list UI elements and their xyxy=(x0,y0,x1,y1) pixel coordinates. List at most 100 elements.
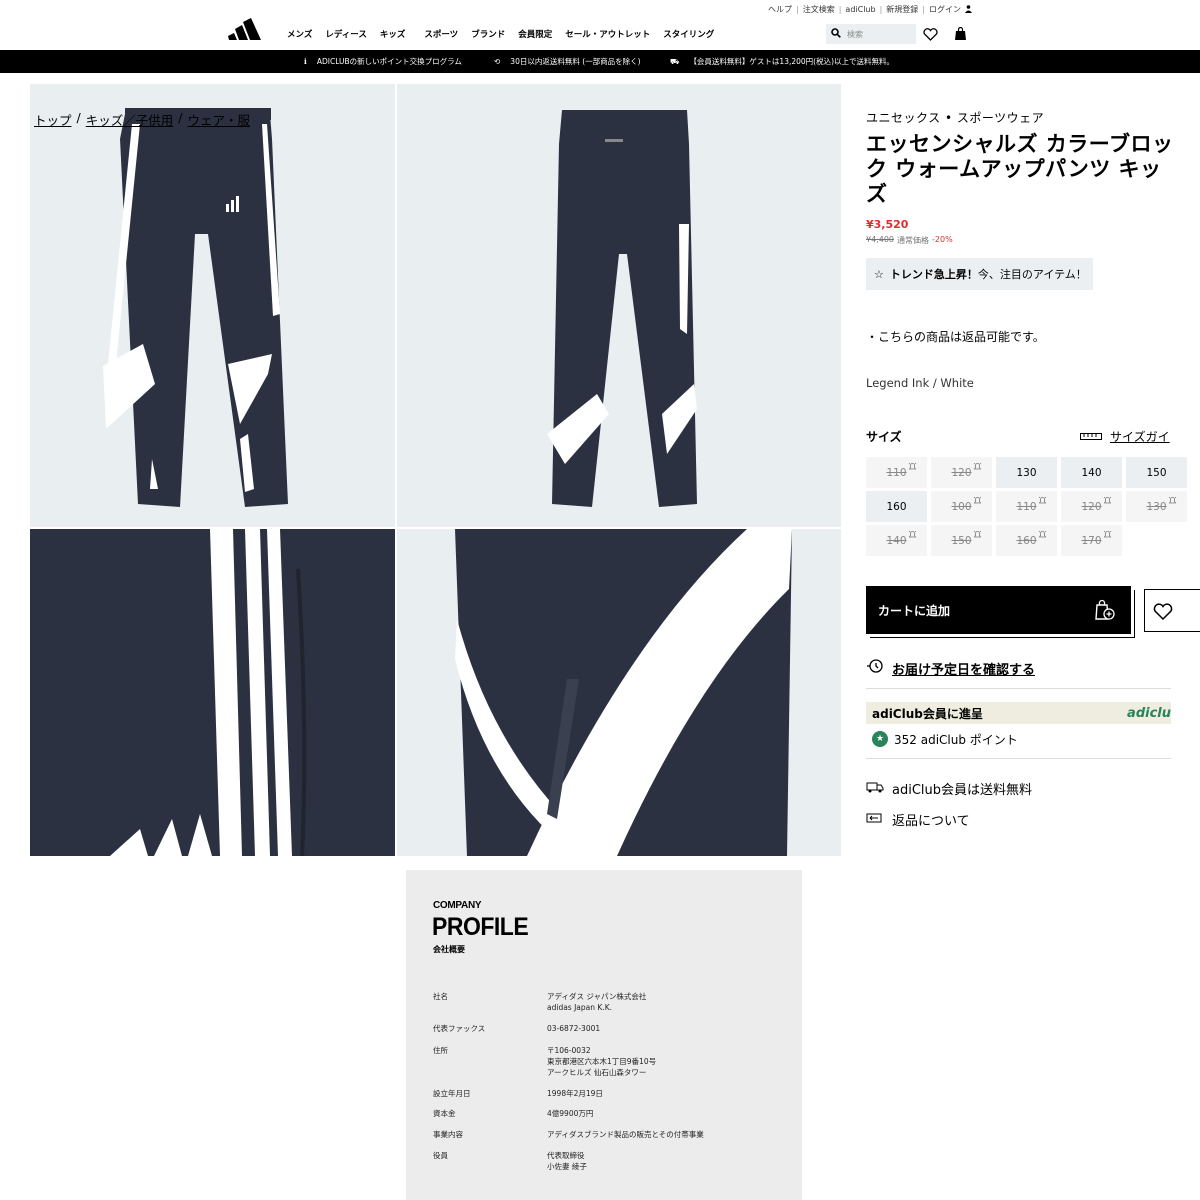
breadcrumb: トップ / キッズ／子供用 / ウェア・服 xyxy=(34,110,250,129)
notify-bell-icon xyxy=(908,530,917,538)
search-placeholder: 検索 xyxy=(847,29,863,39)
product-image-leg-detail[interactable] xyxy=(397,529,841,856)
size-option-label: 160 xyxy=(1016,534,1037,547)
size-option-label: 160 xyxy=(886,500,907,513)
wishlist-heart-icon[interactable] xyxy=(922,26,938,42)
adiclub-points-row: ★ 352 adiClub ポイント xyxy=(866,728,1171,750)
adidas-logo-icon[interactable] xyxy=(228,18,262,40)
notify-bell-icon xyxy=(908,462,917,470)
product-image-back[interactable] xyxy=(397,84,841,527)
nav-member-only[interactable]: 会員限定 xyxy=(518,28,552,40)
size-guide-label: サイズガイ xyxy=(1110,430,1170,444)
adiclub-promo-text: adiClub会員に進呈 xyxy=(872,706,983,721)
size-option-label: 150 xyxy=(951,534,972,547)
trend-badge: ☆ トレンド急上昇！今、注目のアイテム！ xyxy=(866,258,1093,290)
breadcrumb-top[interactable]: トップ xyxy=(34,110,72,129)
size-option-label: 150 xyxy=(1146,466,1167,479)
size-option[interactable]: 120 xyxy=(931,457,992,488)
size-option[interactable]: 110 xyxy=(866,457,927,488)
free-shipping-text: adiClub会員は送料無料 xyxy=(892,783,1033,798)
size-option[interactable]: 170 xyxy=(1061,525,1122,556)
star-icon: ☆ xyxy=(874,267,884,281)
company-row-value: 1998年2月19日 xyxy=(547,1089,603,1098)
delivery-truck-icon xyxy=(866,781,884,797)
returns-info[interactable]: 返品について xyxy=(866,810,970,829)
pants-front-image xyxy=(103,108,288,507)
promo-shipping-text: 【会員送料無料】ゲストは13,200円(税込)以上で送料無料。 xyxy=(689,57,895,66)
product-image-front[interactable] xyxy=(30,84,395,527)
product-image-side-detail[interactable] xyxy=(30,529,395,856)
product-title: エッセンシャルズ カラーブロック ウォームアップパンツ キッズ xyxy=(866,132,1174,206)
promo-bar: ℹ ADICLUBの新しいポイント交換プログラム ⟲ 30日以内返送料無料 (一… xyxy=(0,50,1200,73)
promo-item-points[interactable]: ℹ ADICLUBの新しいポイント交換プログラム xyxy=(304,56,462,67)
size-option-label: 140 xyxy=(886,534,907,547)
wishlist-button[interactable] xyxy=(1144,589,1200,632)
original-price: ¥4,400 xyxy=(866,235,894,244)
size-option[interactable]: 110 xyxy=(996,491,1057,522)
size-option-label: 100 xyxy=(951,500,972,513)
notify-bell-icon xyxy=(973,530,982,538)
company-row-label: 社名 xyxy=(433,992,448,1001)
sale-price: ¥3,520 xyxy=(866,218,909,231)
add-to-cart-button[interactable]: カートに追加 xyxy=(866,586,1131,634)
main-nav: メンズ レディース キッズ スポーツ ブランド 会員限定 セール・アウトレット … xyxy=(287,28,714,40)
free-shipping-info[interactable]: adiClub会員は送料無料 xyxy=(866,779,1032,798)
company-row-label: 設立年月日 xyxy=(433,1089,471,1098)
company-row-label: 資本金 xyxy=(433,1109,456,1118)
nav-kids[interactable]: キッズ xyxy=(380,28,406,40)
company-row-label: 役員 xyxy=(433,1151,448,1160)
size-option[interactable]: 140 xyxy=(866,525,927,556)
promo-item-shipping[interactable]: ⛟ 【会員送料無料】ゲストは13,200円(税込)以上で送料無料。 xyxy=(670,56,894,67)
size-option[interactable]: 100 xyxy=(931,491,992,522)
truck-icon: ⛟ xyxy=(670,56,680,66)
company-row: 資本金 4億9900万円 xyxy=(433,1108,593,1119)
nav-mens[interactable]: メンズ xyxy=(287,28,312,40)
info-icon: ℹ xyxy=(304,57,307,66)
size-option-label: 130 xyxy=(1016,466,1037,479)
add-to-cart-label: カートに追加 xyxy=(878,603,951,618)
nav-brands[interactable]: ブランド xyxy=(471,28,505,40)
size-option[interactable]: 130 xyxy=(1126,491,1187,522)
pants-leg-detail-image xyxy=(455,529,792,856)
site-header: メンズ レディース キッズ スポーツ ブランド 会員限定 セール・アウトレット … xyxy=(0,14,1200,50)
size-option-label: 120 xyxy=(951,466,972,479)
product-category: ユニセックス • スポーツウェア xyxy=(866,111,1045,125)
clock-history-icon xyxy=(866,658,884,678)
wishlist-heart-icon xyxy=(1153,603,1173,625)
size-option[interactable]: 120 xyxy=(1061,491,1122,522)
nav-sale-outlet[interactable]: セール・アウトレット xyxy=(565,28,650,40)
company-row: 設立年月日 1998年2月19日 xyxy=(433,1088,603,1099)
size-option[interactable]: 130 xyxy=(996,457,1057,488)
user-icon[interactable] xyxy=(965,4,972,15)
delivery-date-link[interactable]: お届け予定日を確認する xyxy=(866,658,1035,678)
company-row-label: 事業内容 xyxy=(433,1130,463,1139)
return-arrow-icon: ⟲ xyxy=(494,57,501,66)
pants-side-detail-image xyxy=(30,529,395,856)
breadcrumb-apparel[interactable]: ウェア・服 xyxy=(187,110,250,129)
size-option-label: 120 xyxy=(1081,500,1102,513)
adiclub-link[interactable]: adiClub xyxy=(845,5,875,14)
company-row-label: 住所 xyxy=(433,1046,448,1055)
cart-bag-icon[interactable] xyxy=(952,26,968,42)
company-row-value: 03-6872-3001 xyxy=(547,1024,601,1033)
ruler-icon xyxy=(1080,430,1102,444)
notify-bell-icon xyxy=(1103,530,1112,538)
notify-bell-icon xyxy=(973,462,982,470)
size-option[interactable]: 160 xyxy=(866,491,927,522)
size-option[interactable]: 160 xyxy=(996,525,1057,556)
breadcrumb-kids[interactable]: キッズ／子供用 xyxy=(86,110,174,129)
nav-womens[interactable]: レディース xyxy=(325,28,366,40)
company-subheading: 会社概要 xyxy=(433,945,465,954)
size-option[interactable]: 140 xyxy=(1061,457,1122,488)
size-option[interactable]: 150 xyxy=(931,525,992,556)
notify-bell-icon xyxy=(1038,496,1047,504)
adiclub-coin-icon: ★ xyxy=(872,731,888,747)
nav-styling[interactable]: スタイリング xyxy=(663,28,714,40)
promo-item-returns[interactable]: ⟲ 30日以内返送料無料 (一部商品を除く) xyxy=(494,56,641,67)
size-guide-link[interactable]: サイズガイ xyxy=(1080,428,1170,445)
size-option[interactable]: 150 xyxy=(1126,457,1187,488)
notify-bell-icon xyxy=(1103,496,1112,504)
nav-sports[interactable]: スポーツ xyxy=(424,28,458,40)
search-input[interactable]: 検索 xyxy=(826,24,916,44)
company-row: 役員 代表取締役 小佐妻 綾子 xyxy=(433,1150,587,1172)
